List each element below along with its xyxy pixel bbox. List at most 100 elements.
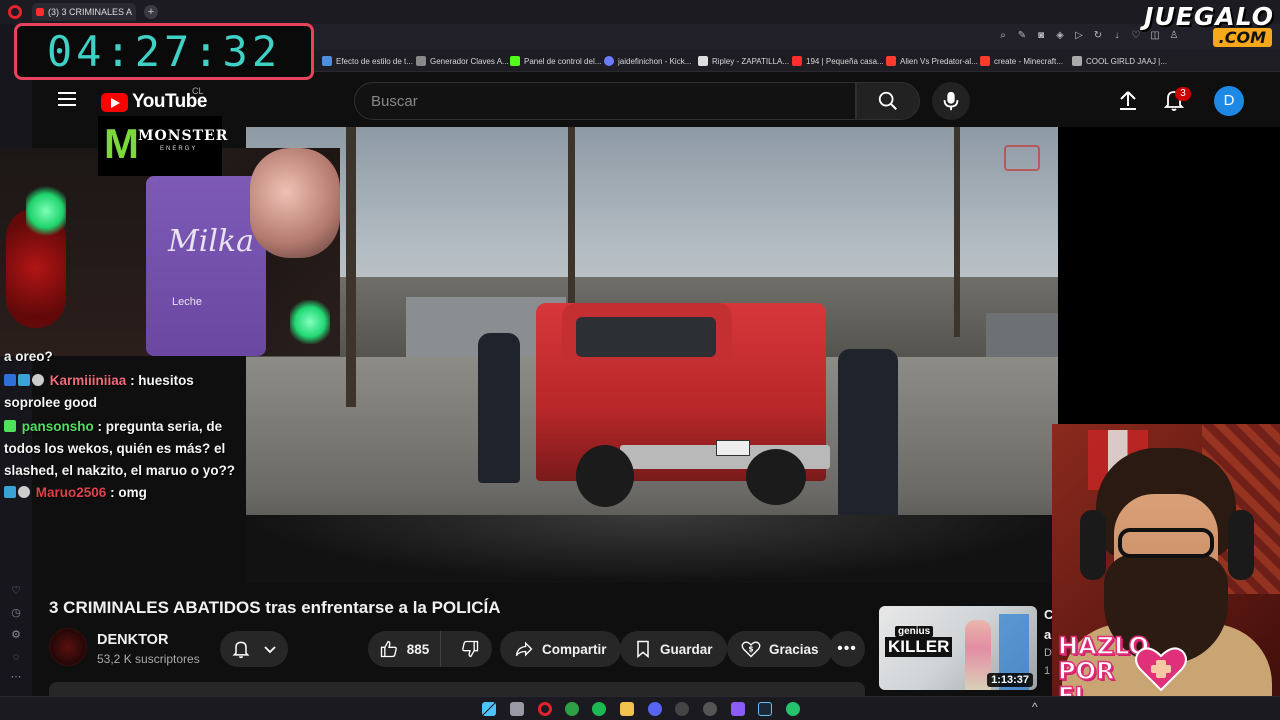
headphones-icon (1080, 510, 1106, 580)
bookmark-item[interactable]: Ripley - ZAPATILLA... (698, 54, 789, 68)
search-input[interactable] (371, 92, 839, 110)
chevron-down-icon (264, 646, 276, 654)
bookmark-item[interactable]: Alien Vs Predator-al... (886, 54, 978, 68)
edit-icon[interactable]: ✎ (1016, 30, 1028, 42)
upload-button[interactable] (1116, 88, 1140, 112)
browser-tab-active[interactable]: (3) 3 CRIMINALES AB/ (32, 3, 136, 21)
thumbs-down-icon (462, 640, 479, 658)
monster-claw-icon: M (104, 120, 139, 167)
more-icon[interactable]: ⋯ (9, 670, 23, 684)
bookmark-item[interactable]: COOL GIRLD JAAJ |... (1072, 54, 1167, 68)
spotify-icon[interactable] (592, 702, 606, 716)
video-player[interactable] (246, 127, 1058, 583)
opera-logo-icon[interactable] (8, 5, 22, 19)
file-explorer-icon[interactable] (620, 702, 634, 716)
screen: (3) 3 CRIMINALES AB/ + ⌕ ✎ ◙ ◈ ▷ ↻ ↓ ♡ ◫… (0, 0, 1280, 720)
chat-username[interactable]: pansonsho (22, 419, 94, 434)
skull-badge-icon (32, 374, 44, 386)
bookmark-item[interactable]: Panel de control del... (510, 54, 601, 68)
settings-icon[interactable]: ⚙ (9, 628, 23, 642)
dislike-button[interactable] (449, 631, 492, 667)
search-icon (878, 91, 897, 110)
new-tab-button[interactable]: + (144, 5, 158, 19)
vpn-icon[interactable]: ◈ (1054, 30, 1066, 42)
chevron-up-icon[interactable]: ^ (1032, 700, 1038, 714)
voice-search-button[interactable] (932, 82, 970, 120)
heart-icon[interactable]: ♡ (9, 584, 23, 598)
youtube-play-icon (101, 92, 128, 112)
history-icon[interactable]: ↻ (1092, 30, 1104, 42)
subscriber-count: 53,2 K suscriptores (97, 652, 200, 666)
steam-icon[interactable] (758, 702, 772, 716)
monster-energy-logo: M MONSTER ENERGY (98, 116, 227, 176)
bell-icon (232, 641, 250, 659)
share-icon (515, 641, 533, 657)
video-title: 3 CRIMINALES ABATIDOS tras enfrentarse a… (49, 598, 501, 617)
discord-icon[interactable] (648, 702, 662, 716)
chat-username[interactable]: Karmiiiniiaa (50, 373, 127, 388)
related-video-meta: D (1044, 647, 1052, 659)
bookmark-item[interactable]: 194 | Pequeña casa... (792, 54, 884, 68)
ripley-favicon-icon (698, 56, 708, 66)
youtube-favicon-icon (36, 8, 44, 16)
history-icon[interactable]: ◷ (9, 606, 23, 620)
play-icon[interactable]: ▷ (1073, 30, 1085, 42)
hamburger-menu-icon[interactable] (58, 92, 76, 106)
timer-value: 04:27:32 (46, 27, 282, 76)
share-button[interactable]: Compartir (500, 631, 621, 667)
microphone-icon (943, 91, 959, 111)
bookmark-icon (637, 640, 649, 659)
opera-icon[interactable] (538, 702, 552, 716)
like-button[interactable]: 885 (368, 631, 441, 667)
save-button[interactable]: Guardar (620, 631, 727, 667)
search-button[interactable] (856, 82, 920, 120)
thanks-button[interactable]: $ Gracias (727, 631, 833, 667)
windows-taskbar: ^ (0, 696, 1280, 720)
search-icon[interactable]: ⌕ (997, 30, 1009, 42)
bookmark-favicon-icon (322, 56, 332, 66)
gem-badge-icon (4, 486, 16, 498)
related-video-title[interactable]: a (1044, 627, 1051, 642)
notification-badge: 3 (1175, 87, 1191, 101)
region-code: CL (192, 86, 204, 96)
xbox-icon[interactable] (565, 702, 579, 716)
glasses-icon (1118, 528, 1214, 558)
lightbulb-icon[interactable]: ◌ (9, 650, 23, 664)
webcam-overlay: Milka Leche (0, 148, 340, 356)
kick-favicon-icon (510, 56, 520, 66)
related-video-thumbnail[interactable]: genius KILLER 1:13:37 (879, 606, 1037, 690)
stream-chat: a oreo? Karmiiiniiaa : huesitos soprolee… (0, 349, 250, 582)
bookmark-item[interactable]: create - Minecraft... (980, 54, 1063, 68)
milka-bar: Milka Leche (146, 176, 266, 356)
chat-username[interactable]: Maruo2506 (36, 485, 107, 500)
bookmark-item[interactable]: jaidefinichon - Kick... (604, 54, 691, 68)
subscriber-badge-icon (4, 374, 16, 386)
chat-message: pansonsho : pregunta seria, de todos los… (4, 419, 236, 478)
upload-icon (1120, 91, 1136, 110)
account-avatar[interactable]: D (1214, 86, 1244, 116)
task-view-icon[interactable] (510, 702, 524, 716)
chat-message: Karmiiiniiaa : huesitos soprolee good (4, 373, 194, 410)
skull-badge-icon (18, 486, 30, 498)
obs-icon[interactable] (675, 702, 689, 716)
app-icon[interactable] (786, 702, 800, 716)
streamer-avatar-overlay: HAZLO POR EL (1052, 424, 1280, 720)
video-duration: 1:13:37 (987, 673, 1033, 687)
gem-badge-icon (4, 420, 16, 432)
app-icon[interactable] (703, 702, 717, 716)
camera-icon[interactable]: ◙ (1035, 30, 1047, 42)
channel-name[interactable]: DENKTOR (97, 632, 168, 648)
app-icon[interactable] (731, 702, 745, 716)
channel-avatar[interactable] (49, 628, 87, 666)
windows-start-icon[interactable] (482, 702, 496, 716)
description-box[interactable] (49, 682, 865, 696)
bookmark-item[interactable]: Efecto de estilo de t... (322, 54, 413, 68)
bookmark-favicon-icon (1072, 56, 1082, 66)
subscription-notification-button[interactable] (220, 631, 288, 667)
bookmark-favicon-icon (980, 56, 990, 66)
bookmark-favicon-icon (604, 56, 614, 66)
super-thanks-icon: $ (741, 641, 761, 658)
more-actions-button[interactable]: ••• (829, 631, 865, 667)
chat-message: a oreo? (4, 349, 53, 364)
bookmark-item[interactable]: Generador Claves A... (416, 54, 509, 68)
